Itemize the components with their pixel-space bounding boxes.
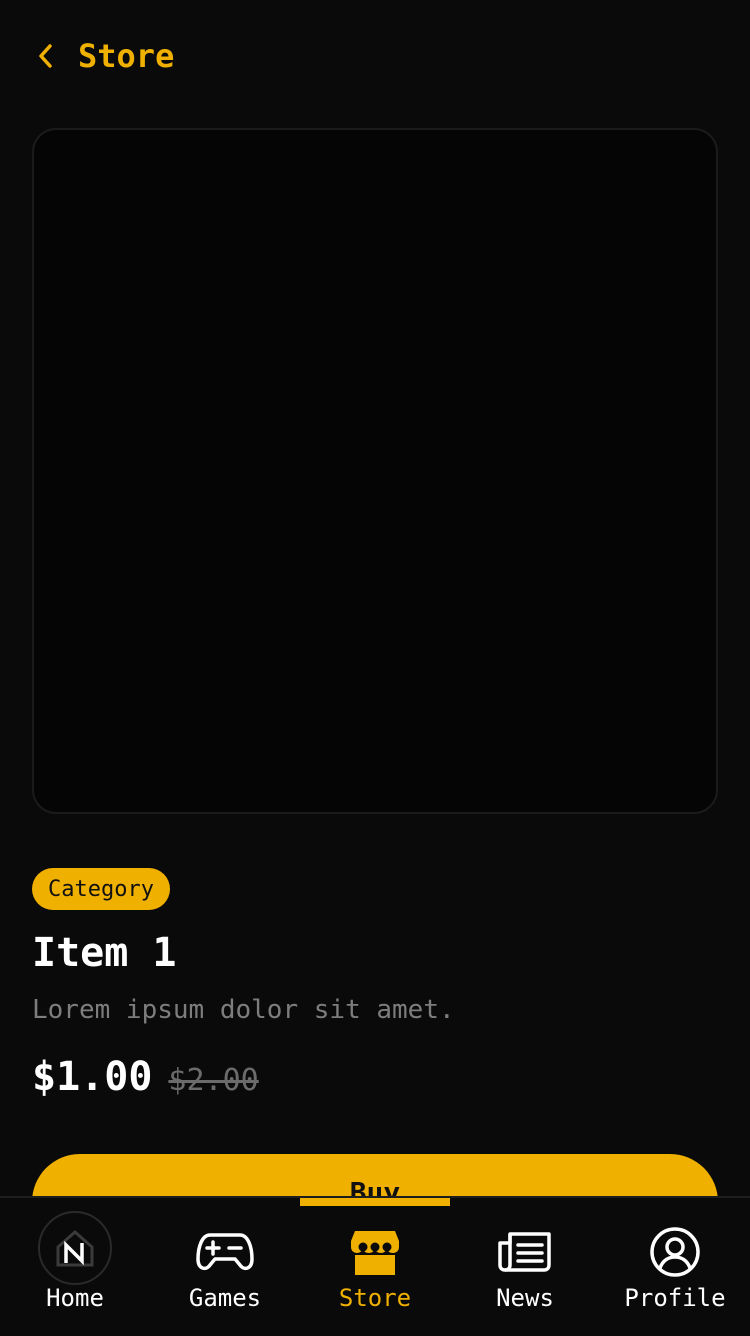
header: Store <box>32 30 174 82</box>
tab-label: Home <box>46 1284 104 1312</box>
tab-label: Store <box>338 1284 412 1312</box>
tab-bar: Home Games Store News Profile <box>0 1196 750 1336</box>
price-row: $1.00 $2.00 <box>32 1054 259 1100</box>
product-image <box>32 128 718 814</box>
home-logo-icon <box>38 1211 112 1285</box>
user-circle-icon <box>649 1226 701 1278</box>
tab-label: News <box>496 1284 554 1312</box>
tab-label: Games <box>188 1284 262 1312</box>
page-title: Store <box>78 37 175 75</box>
tab-news[interactable]: News <box>450 1198 600 1334</box>
category-badge: Category <box>32 868 170 910</box>
original-price: $2.00 <box>168 1063 259 1098</box>
storefront-icon <box>349 1226 401 1278</box>
tab-profile[interactable]: Profile <box>600 1198 750 1334</box>
newspaper-icon <box>498 1226 552 1278</box>
current-price: $1.00 <box>32 1054 153 1100</box>
gamepad-icon <box>196 1226 254 1278</box>
chevron-left-icon[interactable] <box>32 42 60 70</box>
active-tab-indicator <box>300 1198 450 1206</box>
tab-home[interactable]: Home <box>0 1198 150 1334</box>
item-description: Lorem ipsum dolor sit amet. <box>32 995 455 1025</box>
item-title: Item 1 <box>32 930 177 976</box>
tab-label: Profile <box>624 1284 726 1312</box>
tab-store[interactable]: Store <box>300 1198 450 1334</box>
tab-games[interactable]: Games <box>150 1198 300 1334</box>
